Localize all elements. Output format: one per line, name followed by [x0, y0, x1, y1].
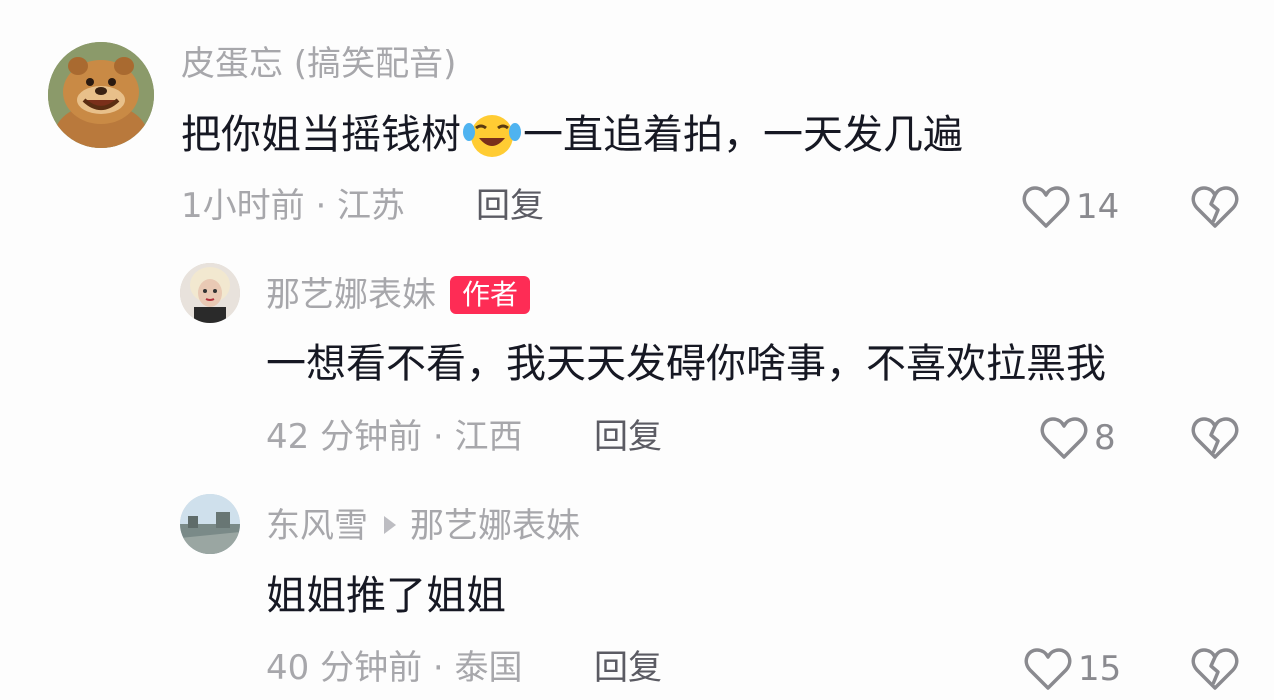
- author-badge: 作者: [450, 276, 531, 314]
- dislike-button[interactable]: [1190, 648, 1240, 694]
- heart-icon: [1022, 186, 1070, 228]
- comment-meta: 1小时前 · 江苏: [181, 186, 406, 226]
- avatar[interactable]: [180, 494, 240, 554]
- username[interactable]: 皮蛋忘 (搞笑配音): [181, 44, 456, 84]
- broken-heart-icon: [1191, 186, 1239, 228]
- reply-to-username[interactable]: 那艺娜表妹: [410, 506, 580, 546]
- broken-heart-icon: [1191, 417, 1239, 459]
- comment-item: 东风雪 那艺娜表妹 姐姐推了姐姐 40 分钟前 · 泰国 回复 15: [0, 470, 1274, 700]
- comment-text: 把你姐当摇钱树 一直追着拍，一天发几遍: [181, 110, 963, 169]
- dislike-button[interactable]: [1190, 186, 1240, 232]
- reply-button[interactable]: 回复: [476, 186, 544, 226]
- username: 东风雪 那艺娜表妹: [266, 506, 580, 546]
- reply-arrow-icon: [384, 516, 396, 534]
- dislike-button[interactable]: [1190, 417, 1240, 463]
- avatar[interactable]: [48, 42, 154, 148]
- landscape-avatar-image: [180, 494, 240, 554]
- user-avatar-image: [180, 263, 240, 323]
- comment-meta: 40 分钟前 · 泰国: [266, 648, 523, 688]
- comment-text: 一想看不看，我天天发碍你啥事，不喜欢拉黑我: [266, 341, 1106, 387]
- like-count: 15: [1078, 649, 1122, 689]
- comment-text: 姐姐推了姐姐: [266, 573, 506, 619]
- comment-item: 那艺娜表妹 作者 一想看不看，我天天发碍你啥事，不喜欢拉黑我 42 分钟前 · 江…: [0, 240, 1274, 470]
- crying-laughing-emoji-icon: [463, 110, 521, 169]
- like-count: 8: [1094, 418, 1116, 458]
- like-button[interactable]: 14: [1022, 186, 1119, 228]
- comment-meta: 42 分钟前 · 江西: [266, 417, 523, 457]
- comment-item: 皮蛋忘 (搞笑配音) 把你姐当摇钱树 一直追着拍，一天发几遍 1小时前 · 江苏…: [0, 0, 1274, 240]
- like-button[interactable]: 15: [1024, 648, 1121, 690]
- heart-icon: [1040, 417, 1088, 459]
- avatar[interactable]: [180, 263, 240, 323]
- reply-button[interactable]: 回复: [594, 417, 662, 457]
- reply-button[interactable]: 回复: [594, 648, 662, 688]
- bear-avatar-image: [48, 42, 154, 148]
- broken-heart-icon: [1191, 648, 1239, 690]
- like-button[interactable]: 8: [1040, 417, 1116, 459]
- like-count: 14: [1076, 187, 1120, 227]
- heart-icon: [1024, 648, 1072, 690]
- username: 那艺娜表妹 作者: [266, 275, 531, 315]
